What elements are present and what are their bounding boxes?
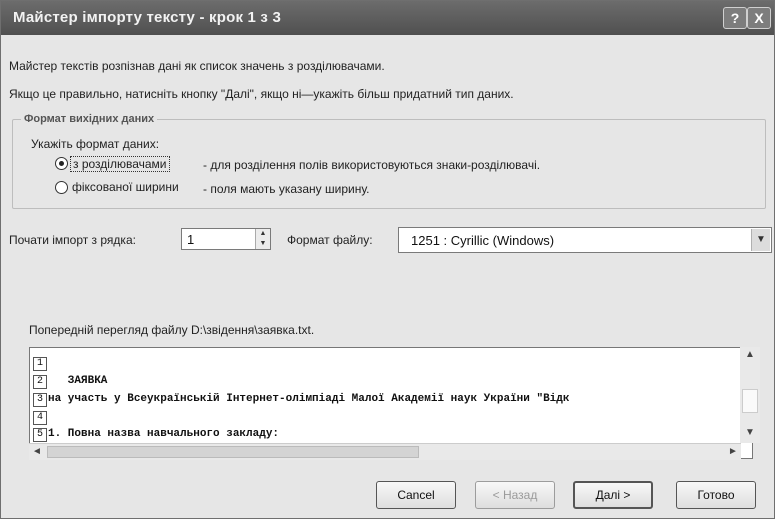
- file-origin-select[interactable]: 1251 : Cyrillic (Windows) ▼: [398, 227, 772, 253]
- radio-fixed-width-label[interactable]: фіксованої ширини: [72, 180, 179, 194]
- preview-row-text: ЗАЯВКА: [48, 375, 108, 387]
- help-button[interactable]: ?: [723, 7, 747, 29]
- back-button[interactable]: < Назад: [475, 481, 555, 509]
- scroll-up-icon[interactable]: ▲: [740, 347, 760, 363]
- preview-row-text: 1. Повна назва навчального закладу:: [48, 428, 280, 440]
- window-title: Майстер імпорту тексту - крок 1 з 3: [13, 9, 281, 26]
- horizontal-scroll-thumb[interactable]: [47, 446, 419, 458]
- scroll-down-icon[interactable]: ▼: [740, 425, 760, 441]
- next-button[interactable]: Далі >: [573, 481, 653, 509]
- preview-row: 5 1. Повна назва навчального закладу:: [30, 428, 744, 442]
- preview-row: 2 ЗАЯВКА: [30, 375, 744, 389]
- radio-fixed-width-button[interactable]: [55, 181, 68, 194]
- vertical-scroll-thumb[interactable]: [742, 389, 758, 413]
- chevron-down-icon[interactable]: ▼: [751, 229, 770, 251]
- preview-row-number: 5: [33, 428, 47, 442]
- preview-row: 3 на участь у Всеукраїнській Інтернет-ол…: [30, 393, 744, 407]
- title-bar: Майстер імпорту тексту - крок 1 з 3 ? X: [1, 1, 774, 35]
- format-group-legend: Формат вихідних даних: [21, 113, 158, 125]
- close-button[interactable]: X: [747, 7, 771, 29]
- scroll-right-icon[interactable]: ►: [725, 444, 741, 460]
- start-row-value[interactable]: 1: [187, 232, 194, 247]
- radio-fixed-width-description: - поля мають указану ширину.: [203, 182, 370, 196]
- preview-row-number: 3: [33, 393, 47, 407]
- import-wizard-dialog: Майстер імпорту тексту - крок 1 з 3 ? X …: [0, 0, 775, 519]
- radio-delimited-button[interactable]: [55, 157, 68, 170]
- intro-line-2: Якщо це правильно, натисніть кнопку "Дал…: [9, 87, 514, 101]
- preview-row: 4: [30, 411, 744, 425]
- finish-button[interactable]: Готово: [676, 481, 756, 509]
- preview-row-number: 1: [33, 357, 47, 371]
- preview-row-text: на участь у Всеукраїнській Інтернет-олім…: [48, 393, 570, 405]
- preview-label: Попередній перегляд файлу D:\звідення\за…: [29, 323, 315, 337]
- radio-delimited-label[interactable]: з розділювачами: [70, 156, 170, 172]
- intro-line-1: Майстер текстів розпізнав дані як список…: [9, 59, 385, 73]
- preview-horizontal-scrollbar[interactable]: ◄ ►: [29, 443, 741, 460]
- radio-delimited-description: - для розділення полів використовуються …: [203, 158, 541, 172]
- preview-vertical-scrollbar[interactable]: ▲ ▼: [740, 347, 760, 443]
- file-origin-value[interactable]: 1251 : Cyrillic (Windows): [411, 233, 554, 248]
- preview-row-number: 4: [33, 411, 47, 425]
- cancel-button[interactable]: Cancel: [376, 481, 456, 509]
- spinner-arrows-icon[interactable]: ▲ ▼: [255, 229, 270, 249]
- format-prompt: Укажіть формат даних:: [31, 137, 160, 151]
- start-row-label: Почати імпорт з рядка:: [9, 233, 136, 247]
- file-origin-label: Формат файлу:: [287, 233, 373, 247]
- preview-row: 1: [30, 357, 744, 371]
- scroll-left-icon[interactable]: ◄: [29, 444, 45, 460]
- start-row-spinner[interactable]: 1 ▲ ▼: [181, 228, 271, 250]
- radio-selected-dot: [59, 161, 64, 166]
- preview-row-number: 2: [33, 375, 47, 389]
